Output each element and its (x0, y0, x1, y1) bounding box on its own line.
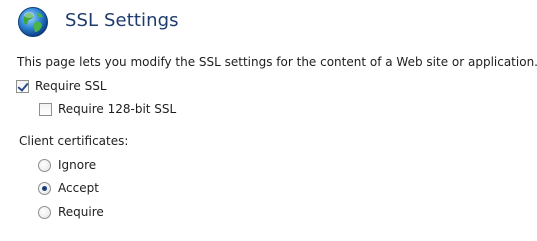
radio-ignore[interactable] (38, 158, 51, 172)
radio-accept-label[interactable]: Accept (58, 181, 99, 195)
radio-require[interactable] (38, 205, 51, 219)
header: SSL Settings (0, 0, 537, 50)
radio-accept[interactable] (38, 181, 51, 195)
require-128-label[interactable]: Require 128-bit SSL (58, 102, 176, 116)
require-ssl-option[interactable]: Require SSL (16, 77, 107, 95)
require-128-checkbox[interactable] (39, 102, 52, 116)
require-ssl-label[interactable]: Require SSL (35, 79, 107, 93)
radio-require-label[interactable]: Require (58, 205, 104, 219)
page-title: SSL Settings (65, 10, 179, 31)
radio-ignore-label[interactable]: Ignore (58, 158, 96, 172)
radio-accept-option[interactable]: Accept (38, 179, 99, 197)
page-description: This page lets you modify the SSL settin… (17, 55, 537, 69)
require-128-option[interactable]: Require 128-bit SSL (39, 100, 176, 118)
radio-ignore-option[interactable]: Ignore (38, 156, 96, 174)
client-certificates-label: Client certificates: (19, 134, 129, 148)
require-ssl-checkbox[interactable] (16, 79, 29, 93)
radio-require-option[interactable]: Require (38, 203, 104, 221)
globe-icon (17, 6, 49, 38)
